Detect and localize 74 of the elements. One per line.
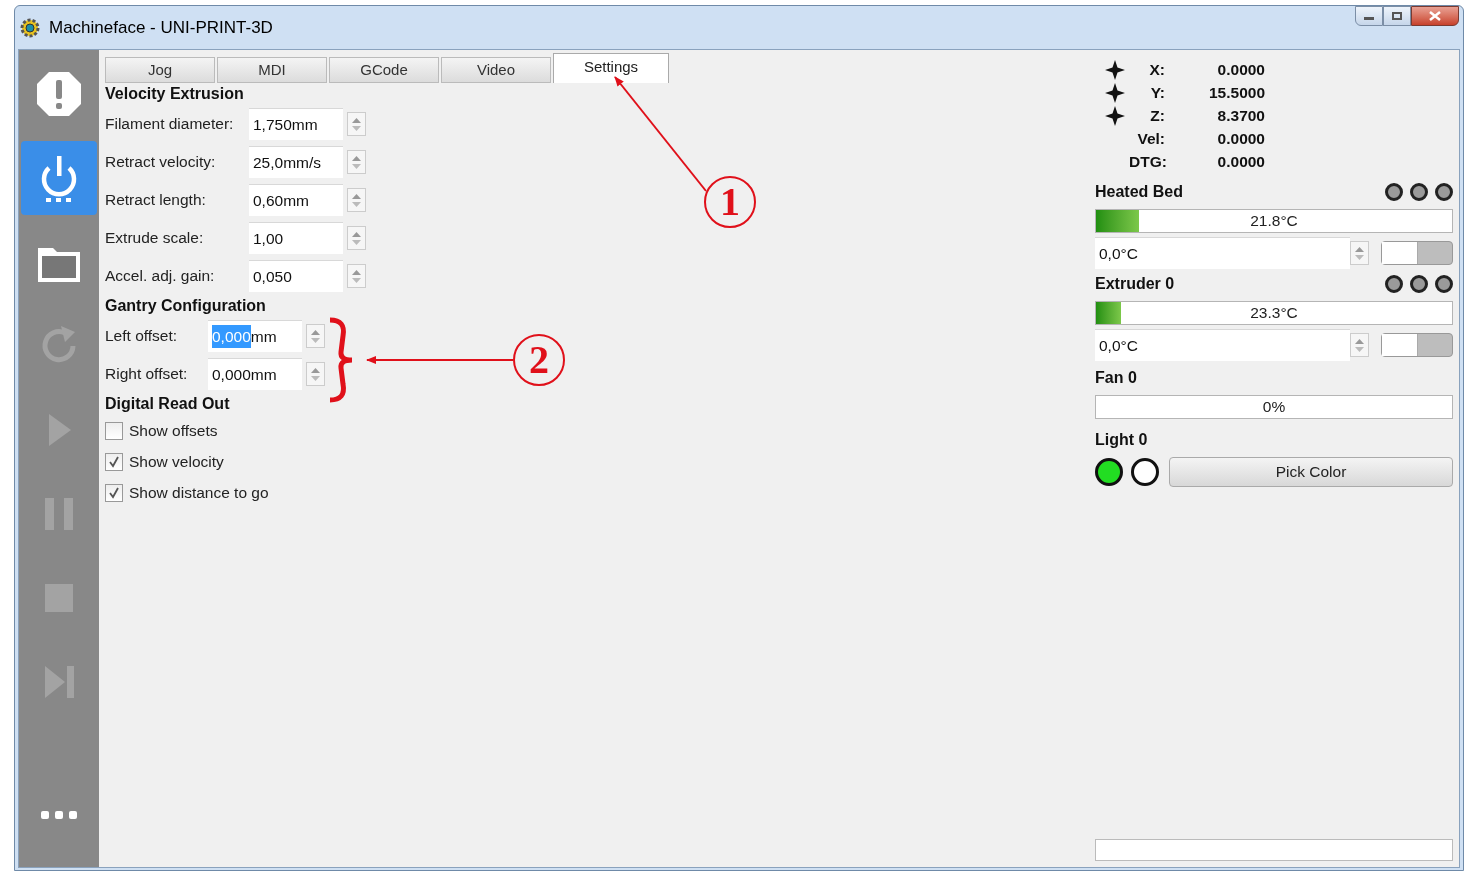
minimize-button[interactable] [1355, 6, 1383, 26]
spin-field[interactable]: 1,00 [249, 222, 343, 254]
spin-field[interactable]: 25,0mm/s [249, 146, 343, 178]
checkbox[interactable] [105, 483, 123, 502]
readout-label: Z: [1149, 106, 1165, 126]
checkbox[interactable] [105, 452, 123, 471]
field-label: Left offset: [105, 326, 179, 347]
more-icon [40, 810, 78, 820]
spin-buttons[interactable] [1350, 241, 1369, 265]
readout-value: 15.5000 [1207, 83, 1265, 103]
readout-label: DTG: [1129, 152, 1165, 172]
spin-buttons[interactable] [347, 188, 366, 212]
checkbox[interactable] [105, 421, 123, 440]
toggle-switch[interactable] [1381, 241, 1453, 265]
tab[interactable]: Jog [105, 57, 215, 83]
readout-label: X: [1148, 60, 1165, 80]
crosshair-icon [1105, 105, 1125, 126]
spin-buttons[interactable] [347, 264, 366, 288]
section-heading: Velocity Extrusion [105, 84, 245, 104]
field-label: Right offset: [105, 364, 189, 385]
callout-number: 2 [513, 334, 565, 386]
spin-buttons[interactable] [306, 362, 325, 386]
tab[interactable]: GCode [329, 57, 439, 83]
spin-field[interactable]: 1,750mm [249, 108, 343, 140]
power-button[interactable] [21, 141, 97, 215]
pick-color-button[interactable]: Pick Color [1169, 457, 1453, 487]
heater-name: Extruder 0 [1095, 274, 1175, 294]
close-button[interactable] [1411, 6, 1459, 26]
heater-name: Heated Bed [1095, 182, 1184, 202]
spin-field[interactable]: 0,0°C [1095, 237, 1350, 269]
checkbox-label: Show offsets [129, 420, 218, 441]
toggle-switch[interactable] [1381, 333, 1453, 357]
checkbox-label: Show distance to go [129, 482, 269, 503]
field-label: Filament diameter: [105, 114, 235, 135]
tab[interactable]: Video [441, 57, 551, 83]
spin-buttons[interactable] [347, 150, 366, 174]
field-label: Retract velocity: [105, 152, 217, 173]
crosshair-icon [1105, 59, 1125, 80]
bar-reading: 21.8°C [1250, 211, 1298, 232]
tab[interactable]: Settings [553, 53, 669, 83]
spin-field[interactable]: 0,0°C [1095, 329, 1350, 361]
readout-label: Vel: [1136, 129, 1165, 149]
spin-buttons[interactable] [347, 226, 366, 250]
light-name: Light 0 [1095, 430, 1149, 450]
window-title: Machineface - UNI-PRINT-3D [49, 16, 273, 39]
spin-buttons[interactable] [306, 324, 325, 348]
section-heading: Gantry Configuration [105, 296, 267, 316]
spin-buttons[interactable] [347, 112, 366, 136]
fan-name: Fan 0 [1095, 368, 1138, 388]
spin-field[interactable]: 0,000mm [208, 358, 302, 390]
readout-value: 0.0000 [1216, 129, 1265, 149]
crosshair-icon [1105, 82, 1125, 103]
bar-reading: 23.3°C [1250, 303, 1298, 324]
color-swatch[interactable] [1095, 458, 1123, 486]
section-heading: Digital Read Out [105, 394, 231, 414]
readout-value: 8.3700 [1216, 106, 1265, 126]
alert-icon [35, 70, 83, 118]
close-icon [1429, 11, 1441, 21]
bar-reading: 0% [1262, 397, 1286, 418]
color-swatch[interactable] [1131, 458, 1159, 486]
checkbox-label: Show velocity [129, 451, 224, 472]
field-label: Extrude scale: [105, 228, 205, 249]
readout-label: Y: [1149, 83, 1165, 103]
spin-buttons[interactable] [1350, 333, 1369, 357]
spin-field[interactable]: 0,050 [249, 260, 343, 292]
readout-value: 0.0000 [1216, 152, 1265, 172]
field-label: Retract length: [105, 190, 207, 211]
spin-field[interactable]: 0,60mm [249, 184, 343, 216]
readout-value: 0.0000 [1216, 60, 1265, 80]
field-label: Accel. adj. gain: [105, 266, 216, 287]
tab[interactable]: MDI [217, 57, 327, 83]
maximize-button[interactable] [1383, 6, 1411, 26]
gear-icon [19, 16, 41, 39]
callout-number: 1 [704, 176, 756, 228]
